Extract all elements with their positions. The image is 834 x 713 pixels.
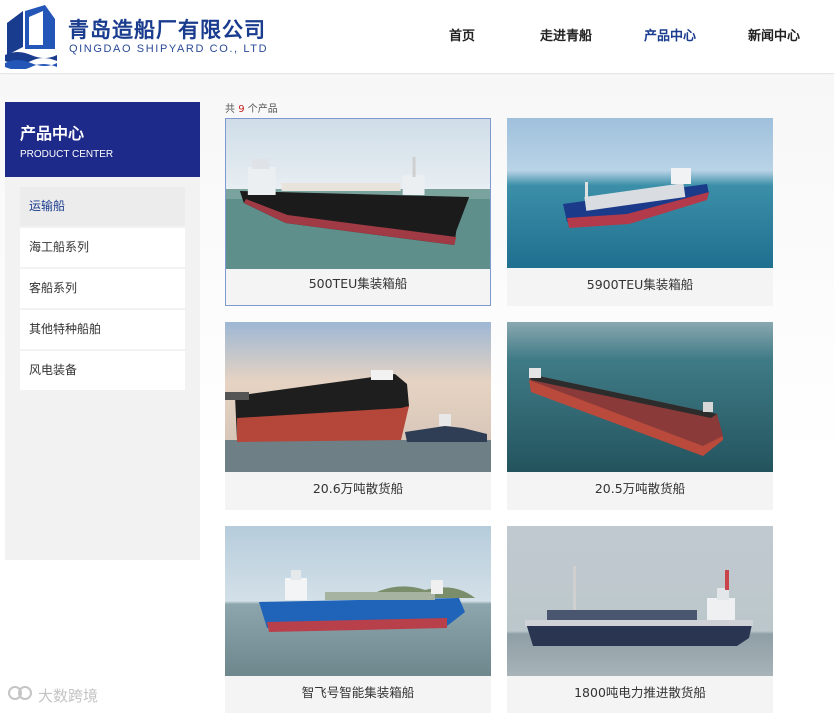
category-wind-power[interactable]: 风电装备 bbox=[20, 351, 185, 390]
count-prefix: 共 bbox=[225, 104, 235, 115]
category-passenger-ships[interactable]: 客船系列 bbox=[20, 269, 185, 308]
product-card[interactable]: 20.5万吨散货船 bbox=[507, 322, 773, 510]
count-suffix: 个产品 bbox=[247, 104, 278, 115]
sidebar-header: 产品中心 PRODUCT CENTER bbox=[5, 102, 200, 177]
product-card[interactable]: 智飞号智能集装箱船 bbox=[225, 526, 491, 713]
page-body: 产品中心 PRODUCT CENTER 运输船 海工船系列 客船系列 其他特种船… bbox=[0, 75, 834, 713]
product-image[interactable] bbox=[507, 322, 773, 472]
product-card[interactable]: 5900TEU集装箱船 bbox=[507, 118, 773, 306]
product-caption[interactable]: 1800吨电力推进散货船 bbox=[507, 676, 773, 713]
company-name: 青岛造船厂有限公司 bbox=[68, 18, 266, 42]
category-list: 运输船 海工船系列 客船系列 其他特种船舶 风电装备 bbox=[5, 177, 200, 390]
product-caption[interactable]: 5900TEU集装箱船 bbox=[507, 268, 773, 306]
product-image[interactable] bbox=[507, 118, 773, 268]
count-number: 9 bbox=[238, 104, 245, 115]
watermark-logo-icon bbox=[8, 684, 34, 706]
sidebar: 产品中心 PRODUCT CENTER 运输船 海工船系列 客船系列 其他特种船… bbox=[5, 102, 200, 560]
product-card[interactable]: 500TEU集装箱船 bbox=[225, 118, 491, 306]
company-logo[interactable] bbox=[3, 3, 59, 69]
product-card[interactable]: 20.6万吨散货船 bbox=[225, 322, 491, 510]
nav-about[interactable]: 走进青船 bbox=[514, 0, 618, 74]
product-caption[interactable]: 智飞号智能集装箱船 bbox=[225, 676, 491, 713]
nav-home[interactable]: 首页 bbox=[410, 0, 514, 74]
site-header: 青岛造船厂有限公司 QINGDAO SHIPYARD CO., LTD 首页 走… bbox=[0, 0, 834, 74]
watermark: 大数跨境 bbox=[8, 684, 98, 706]
nav-products[interactable]: 产品中心 bbox=[618, 0, 722, 74]
sidebar-title: 产品中心 bbox=[20, 124, 85, 143]
product-caption[interactable]: 500TEU集装箱船 bbox=[226, 267, 490, 305]
company-name-english: QINGDAO SHIPYARD CO., LTD bbox=[69, 43, 269, 55]
watermark-text: 大数跨境 bbox=[38, 686, 99, 705]
category-transport-ships[interactable]: 运输船 bbox=[20, 187, 185, 226]
sidebar-subtitle: PRODUCT CENTER bbox=[20, 149, 114, 160]
product-image[interactable] bbox=[225, 322, 491, 472]
product-caption[interactable]: 20.6万吨散货船 bbox=[225, 472, 491, 510]
category-offshore-ships[interactable]: 海工船系列 bbox=[20, 228, 185, 267]
product-image[interactable] bbox=[225, 526, 491, 676]
category-special-ships[interactable]: 其他特种船舶 bbox=[20, 310, 185, 349]
main-nav: 首页 走进青船 产品中心 新闻中心 bbox=[410, 0, 826, 74]
nav-news[interactable]: 新闻中心 bbox=[722, 0, 826, 74]
product-image[interactable] bbox=[226, 119, 490, 269]
product-card[interactable]: 1800吨电力推进散货船 bbox=[507, 526, 773, 713]
product-count: 共 9 个产品 bbox=[225, 100, 278, 115]
product-caption[interactable]: 20.5万吨散货船 bbox=[507, 472, 773, 510]
product-image[interactable] bbox=[507, 526, 773, 676]
